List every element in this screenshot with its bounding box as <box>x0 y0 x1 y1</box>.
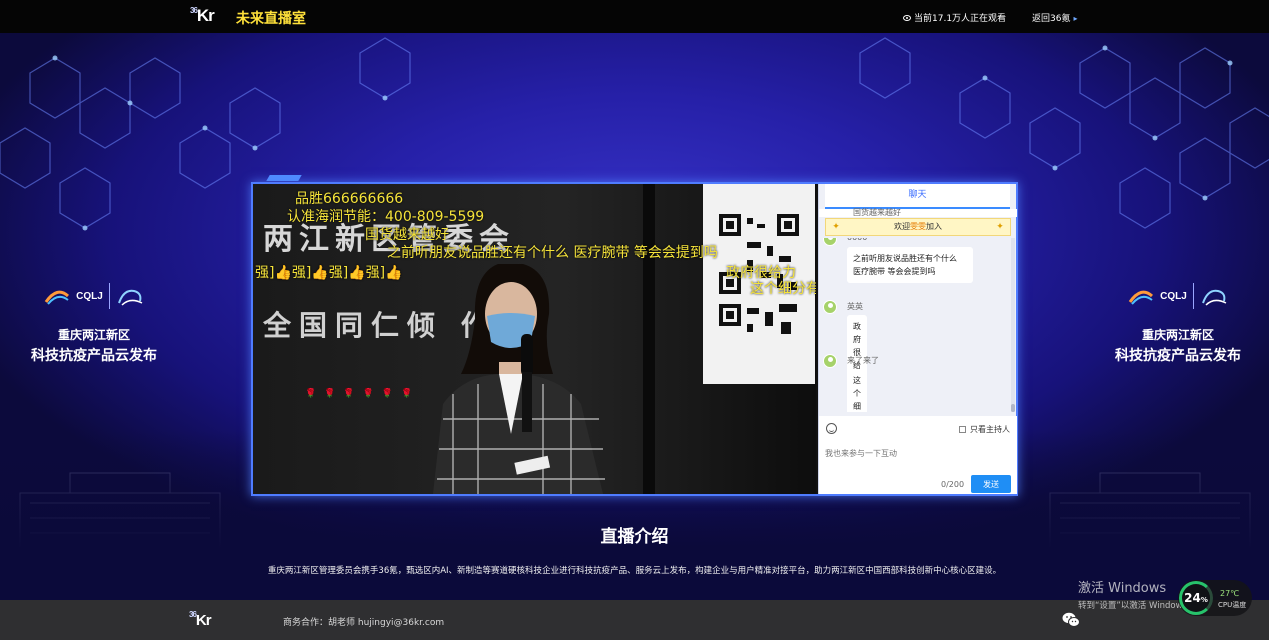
chat-message-list[interactable]: 0000 之前听朋友说品胜还有个什么 医疗腕带 等会会提到吗 英英 政府很给力 … <box>819 238 1011 412</box>
chat-scrollbar[interactable] <box>1011 238 1015 412</box>
cqlj-text: CQLJ <box>1160 290 1187 302</box>
cpu-monitor-widget[interactable]: 24% 27℃ CPU温度 <box>1178 580 1252 616</box>
host-only-checkbox[interactable] <box>959 426 966 433</box>
chat-bubble: 这个细分有前景 <box>847 369 867 412</box>
live-player: 两江新区管委会 全国同仁倾 作 🌹🌹🌹🌹🌹🌹 品胜666666666 认准海润节… <box>251 182 1018 496</box>
chevron-right-icon: ▸ <box>1073 14 1078 23</box>
chat-input[interactable] <box>825 444 1011 462</box>
danmaku-comment: 之前听朋友说品胜还有个什么 医疗腕带 等会会提到吗 <box>387 245 718 261</box>
cqlj-mark-icon <box>1128 290 1154 305</box>
liangjiang-logo-icon <box>117 289 143 306</box>
chat-user-name: 英英 <box>847 302 863 311</box>
avatar <box>823 354 837 368</box>
cpu-temperature: 27℃ <box>1220 589 1240 598</box>
chat-bubble: 之前听朋友说品胜还有个什么 医疗腕带 等会会提到吗 <box>847 247 973 283</box>
cpu-percent-unit: % <box>1200 596 1208 604</box>
banner-line1: 重庆两江新区 <box>1141 328 1214 342</box>
backdrop-pillar <box>643 184 655 494</box>
cqlj-text: CQLJ <box>76 290 103 302</box>
cqlj-logo: CQLJ <box>1098 278 1258 314</box>
tab-chat[interactable]: 聊天 <box>825 184 1010 209</box>
logo-text: Kr <box>196 6 215 25</box>
chat-panel: 聊天 国货越来越好 ✦ 欢迎雯雯加入 ✦ 0000 之前听朋友说品胜还有个什么 … <box>818 184 1017 494</box>
banner-line2: 科技抗疫产品云发布 <box>1115 348 1241 364</box>
top-bar: 36Kr 未来直播室 当前17.1万人正在观看 返回36氪 ▸ <box>0 0 1269 33</box>
logo-sup: 36 <box>190 6 198 15</box>
party-popper-icon: ✦ <box>996 222 1004 232</box>
danmaku-comment: 国货越来越好 <box>365 227 449 243</box>
cpu-percent: 24 <box>1184 591 1201 605</box>
chat-scrolled-message: 国货越来越好 <box>819 208 1017 217</box>
logo-sup: 36 <box>189 610 197 619</box>
char-count: 0/200 <box>941 480 965 489</box>
flower-decorations: 🌹🌹🌹🌹🌹🌹 <box>305 389 421 399</box>
36kr-logo[interactable]: 36Kr <box>190 6 215 26</box>
send-button[interactable]: 发送 <box>971 475 1011 493</box>
danmaku-comment: 强]👍强]👍强]👍强]👍 <box>255 265 403 281</box>
page-title: 未来直播室 <box>236 11 306 27</box>
cpu-usage-ring: 24% <box>1179 581 1213 615</box>
scrolled-message-text: 国货越来越好 <box>853 208 901 217</box>
emoji-smile-icon[interactable] <box>826 423 837 434</box>
intro-description: 重庆两江新区管理委员会携手36氪，甄选区内AI、新制造等赛道硬核科技企业进行科技… <box>267 566 1002 576</box>
party-popper-icon: ✦ <box>832 222 840 232</box>
wechat-icon[interactable] <box>1062 612 1080 628</box>
chat-user-name: 来了来了 <box>847 356 879 365</box>
side-banner-right: CQLJ 重庆两江新区 科技抗疫产品云发布 <box>1098 278 1258 365</box>
video-area[interactable]: 两江新区管委会 全国同仁倾 作 🌹🌹🌹🌹🌹🌹 品胜666666666 认准海润节… <box>253 184 816 494</box>
welcome-prefix: 欢迎 <box>894 222 910 231</box>
host-only-toggle[interactable]: 只看主持人 <box>959 424 1010 435</box>
logo-divider <box>1192 283 1194 309</box>
host-only-label: 只看主持人 <box>970 425 1010 434</box>
chat-input-area: 只看主持人 0/200 发送 <box>819 416 1017 494</box>
banner-line1: 重庆两江新区 <box>57 328 130 342</box>
avatar <box>823 300 837 314</box>
cpu-temp-label: CPU温度 <box>1218 601 1247 609</box>
scrollbar-thumb[interactable] <box>1011 404 1015 412</box>
avatar <box>823 238 837 246</box>
cqlj-mark-icon <box>44 290 70 305</box>
chat-user-name: 0000 <box>847 238 867 242</box>
viewer-count: 当前17.1万人正在观看 <box>903 11 1006 24</box>
back-link-label: 返回36氪 <box>1032 14 1071 24</box>
welcome-user-name: 雯雯 <box>910 222 926 231</box>
logo-divider <box>108 283 110 309</box>
36kr-footer-logo[interactable]: 36Kr <box>189 610 212 629</box>
logo-text: Kr <box>195 612 212 629</box>
danmaku-comment: 认准海润节能：400-809-5599 <box>287 209 485 225</box>
welcome-banner: ✦ 欢迎雯雯加入 ✦ <box>825 218 1011 236</box>
business-contact: 商务合作：胡老师 hujingyi@36kr.com <box>283 618 445 628</box>
danmaku-comment: 这个细分有 <box>750 281 816 297</box>
danmaku-comment: 品胜666666666 <box>295 191 404 207</box>
back-to-36kr-link[interactable]: 返回36氪 ▸ <box>1032 11 1077 24</box>
banner-line2: 科技抗疫产品云发布 <box>31 348 157 364</box>
side-banner-left: CQLJ 重庆两江新区 科技抗疫产品云发布 <box>14 278 174 365</box>
player-frame-accent <box>266 175 302 181</box>
welcome-suffix: 加入 <box>926 222 942 231</box>
intro-title: 直播介绍 <box>600 527 669 547</box>
viewer-count-text: 当前17.1万人正在观看 <box>914 14 1007 24</box>
cqlj-logo: CQLJ <box>14 278 174 314</box>
eye-icon <box>903 14 911 21</box>
liangjiang-logo-icon <box>1201 289 1227 306</box>
presenter-figure <box>433 264 605 494</box>
